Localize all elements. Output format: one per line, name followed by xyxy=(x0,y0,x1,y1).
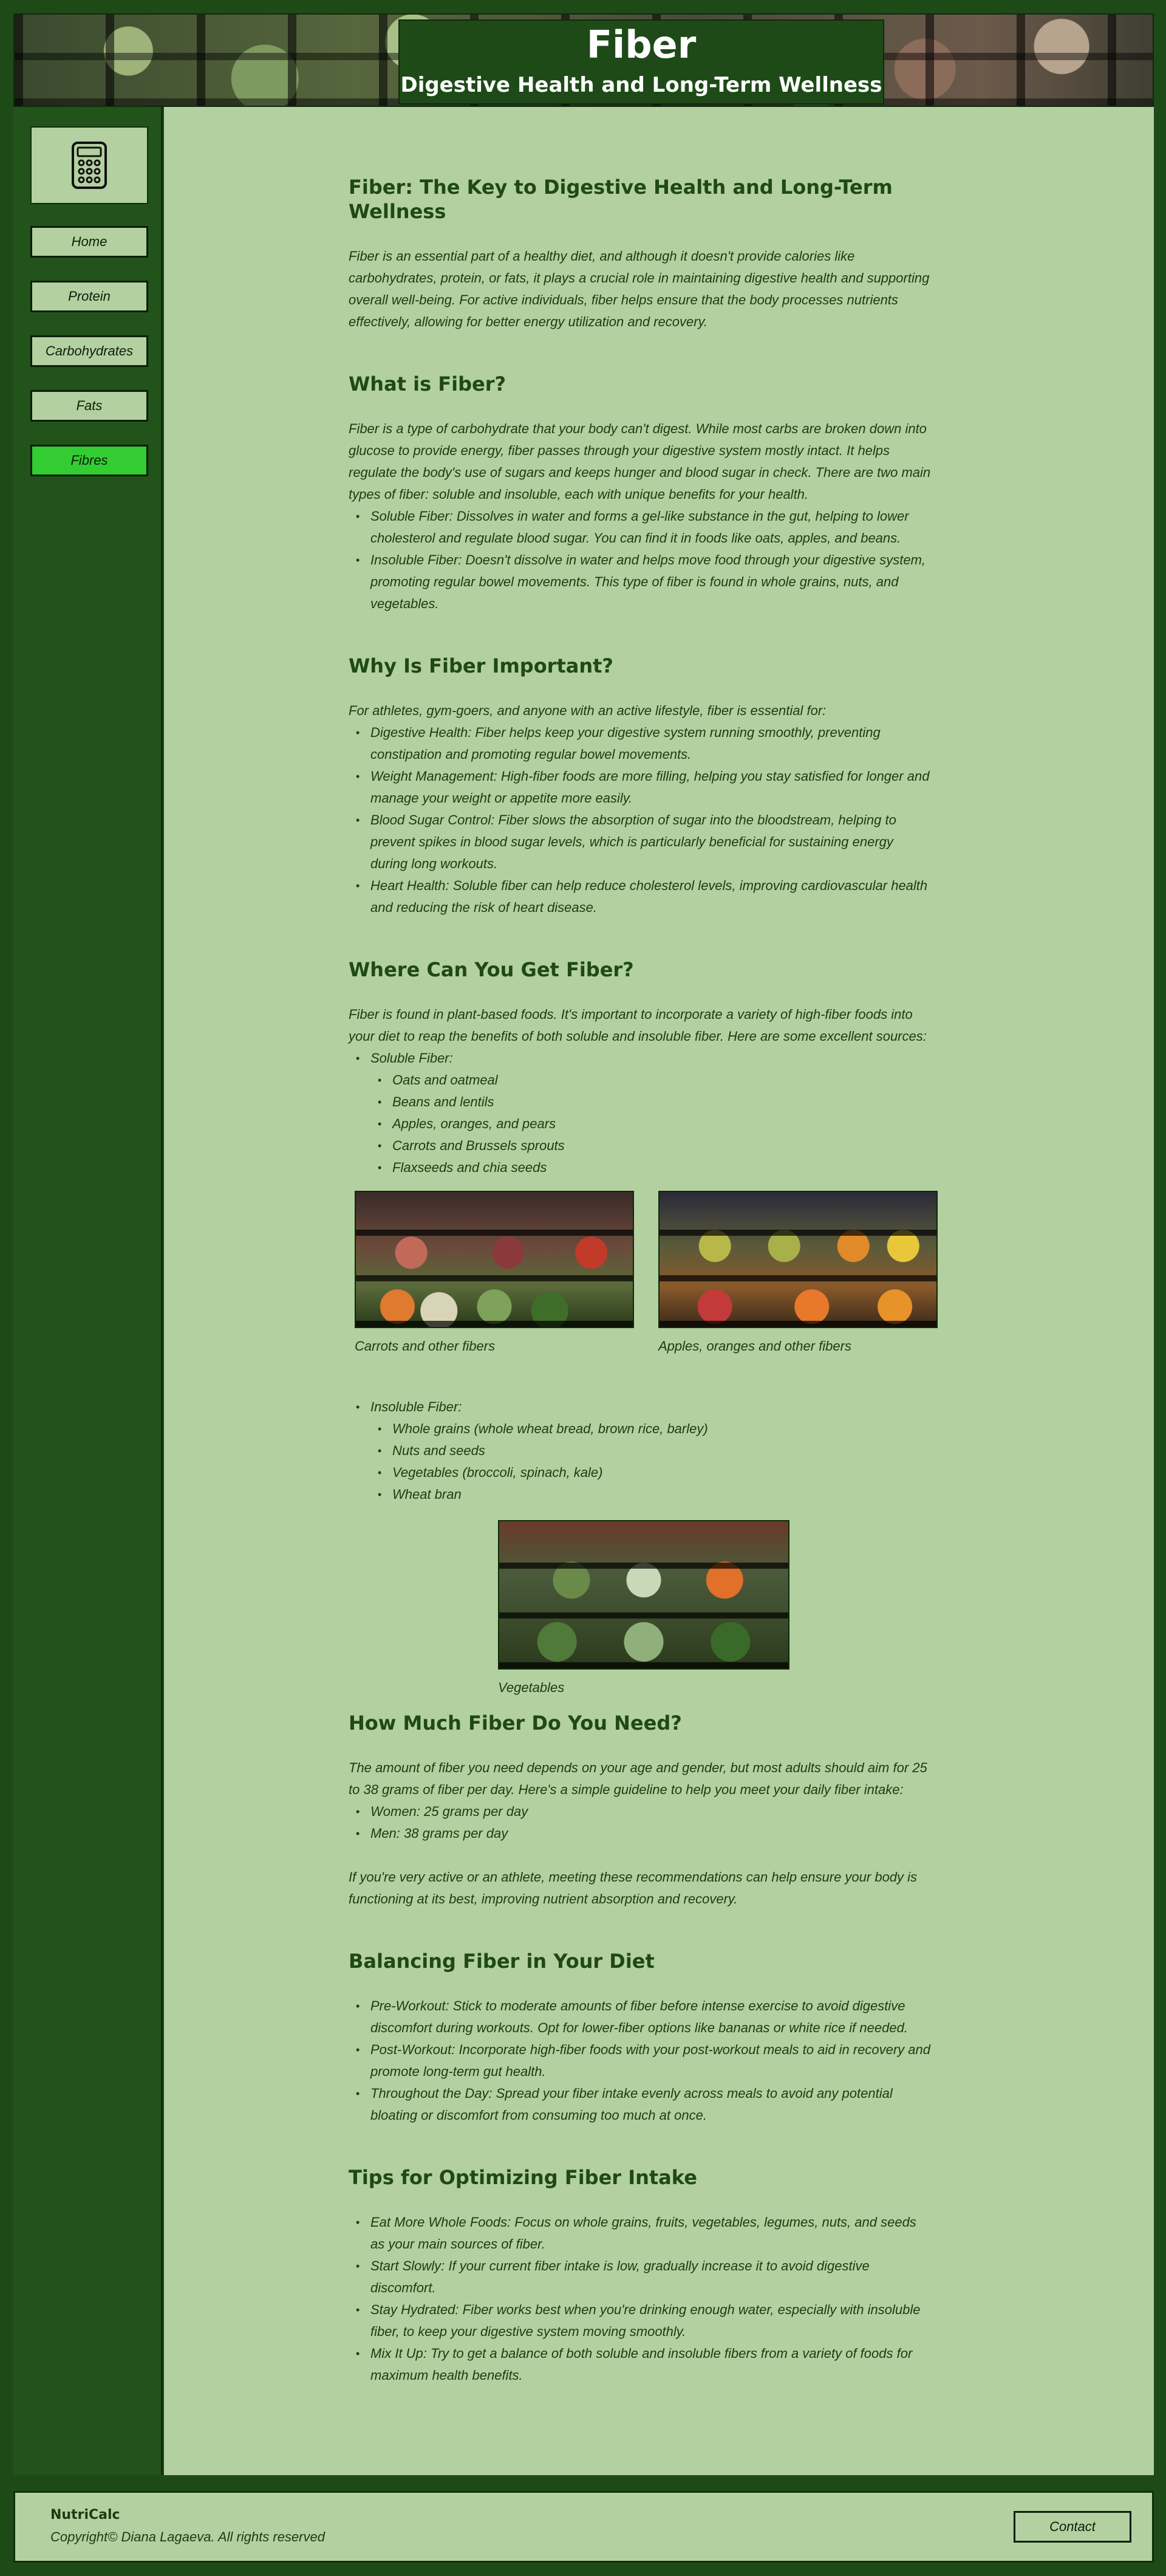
list-item: Vegetables (broccoli, spinach, kale) xyxy=(378,1462,932,1484)
list-item: Weight Management: High-fiber foods are … xyxy=(356,766,932,809)
image-caption: Carrots and other fibers xyxy=(355,1338,496,1354)
where-paragraph: Fiber is found in plant-based foods. It'… xyxy=(349,1007,927,1044)
list-item: Men: 38 grams per day xyxy=(356,1823,932,1845)
list-item: Flaxseeds and chia seeds xyxy=(378,1157,932,1179)
fiber-types-list: Soluble Fiber: Dissolves in water and fo… xyxy=(349,505,932,615)
header-title-box: Fiber Digestive Health and Long-Term Wel… xyxy=(398,19,884,104)
list-item: Soluble Fiber: xyxy=(356,1047,932,1069)
section-heading-why: Why Is Fiber Important? xyxy=(349,654,613,677)
list-item: Throughout the Day: Spread your fiber in… xyxy=(356,2083,932,2126)
list-item: Digestive Health: Fiber helps keep your … xyxy=(356,722,932,766)
section-heading-what: What is Fiber? xyxy=(349,372,506,396)
list-item: Wheat bran xyxy=(378,1484,932,1506)
list-item: Nuts and seeds xyxy=(378,1440,932,1462)
image-card: Apples, oranges and other fibers xyxy=(658,1191,938,1357)
intro-paragraph: Fiber is an essential part of a healthy … xyxy=(349,248,930,329)
section-heading-where: Where Can You Get Fiber? xyxy=(349,958,634,981)
intake-list: Women: 25 grams per day Men: 38 grams pe… xyxy=(349,1801,932,1845)
page-header: Fiber Digestive Health and Long-Term Wel… xyxy=(13,13,1154,107)
main-content: Fiber: The Key to Digestive Health and L… xyxy=(164,107,1154,2475)
nav-home-button[interactable]: Home xyxy=(30,226,148,258)
image-caption: Apples, oranges and other fibers xyxy=(658,1338,851,1354)
logo[interactable] xyxy=(30,126,148,204)
image-card: Vegetables xyxy=(349,1520,932,1699)
sidebar: Home Protein Carbohydrates Fats Fibres xyxy=(13,107,163,2475)
list-item: Heart Health: Soluble fiber can help red… xyxy=(356,875,932,919)
page-subtitle: Digestive Health and Long-Term Wellness xyxy=(400,73,882,97)
list-item: Insoluble Fiber: Doesn't dissolve in wat… xyxy=(356,549,932,615)
nav-fats-button[interactable]: Fats xyxy=(30,390,148,422)
carrots-photo xyxy=(355,1191,634,1328)
image-row: Carrots and other fibers Apples, oranges… xyxy=(349,1191,938,1357)
why-paragraph: For athletes, gym-goers, and anyone with… xyxy=(349,703,827,718)
list-item: Blood Sugar Control: Fiber slows the abs… xyxy=(356,809,932,875)
soluble-list: Soluble Fiber: Oats and oatmeal Beans an… xyxy=(349,1047,932,1179)
section-heading-intro: Fiber: The Key to Digestive Health and L… xyxy=(349,176,893,223)
nav-carbohydrates-button[interactable]: Carbohydrates xyxy=(30,335,148,367)
list-item: Beans and lentils xyxy=(378,1091,932,1113)
list-item: Start Slowly: If your current fiber inta… xyxy=(356,2255,932,2299)
what-paragraph: Fiber is a type of carbohydrate that you… xyxy=(349,421,931,502)
list-item: Apples, oranges, and pears xyxy=(378,1113,932,1135)
page-title: Fiber xyxy=(586,22,697,67)
how-much-paragraph: The amount of fiber you need depends on … xyxy=(349,1760,927,1797)
list-item: Mix It Up: Try to get a balance of both … xyxy=(356,2343,932,2386)
section-heading-tips: Tips for Optimizing Fiber Intake xyxy=(349,2166,697,2189)
list-item: Women: 25 grams per day xyxy=(356,1801,932,1823)
list-item: Pre-Workout: Stick to moderate amounts o… xyxy=(356,1995,932,2039)
list-item: Soluble Fiber: Dissolves in water and fo… xyxy=(356,505,932,549)
footer-brand: NutriCalc xyxy=(50,2507,120,2523)
section-heading-balancing: Balancing Fiber in Your Diet xyxy=(349,1950,655,1973)
nav-fibres-button[interactable]: Fibres xyxy=(30,445,148,476)
list-item: Stay Hydrated: Fiber works best when you… xyxy=(356,2299,932,2343)
insoluble-list: Insoluble Fiber: Whole grains (whole whe… xyxy=(349,1396,932,1506)
balancing-list: Pre-Workout: Stick to moderate amounts o… xyxy=(349,1995,932,2126)
calculator-icon xyxy=(72,142,107,189)
image-card: Carrots and other fibers xyxy=(355,1191,634,1357)
tips-list: Eat More Whole Foods: Focus on whole gra… xyxy=(349,2211,932,2386)
vegetables-photo xyxy=(498,1520,789,1670)
list-item: Whole grains (whole wheat bread, brown r… xyxy=(378,1418,932,1440)
list-item: Carrots and Brussels sprouts xyxy=(378,1135,932,1157)
how-much-note: If you're very active or an athlete, mee… xyxy=(349,1869,918,1906)
page-footer: NutriCalc Copyright© Diana Lagaeva. All … xyxy=(13,2491,1154,2563)
fruits-photo xyxy=(658,1191,938,1328)
footer-copyright: Copyright© Diana Lagaeva. All rights res… xyxy=(50,2529,325,2544)
section-heading-how-much: How Much Fiber Do You Need? xyxy=(349,1711,682,1735)
benefits-list: Digestive Health: Fiber helps keep your … xyxy=(349,722,932,919)
list-item: Oats and oatmeal xyxy=(378,1069,932,1091)
nav-protein-button[interactable]: Protein xyxy=(30,281,148,312)
list-item: Eat More Whole Foods: Focus on whole gra… xyxy=(356,2211,932,2255)
contact-button[interactable]: Contact xyxy=(1014,2511,1131,2543)
image-caption: Vegetables xyxy=(498,1680,565,1695)
list-item: Post-Workout: Incorporate high-fiber foo… xyxy=(356,2039,932,2083)
article: Fiber: The Key to Digestive Health and L… xyxy=(349,175,938,2386)
list-item: Insoluble Fiber: xyxy=(356,1396,932,1418)
